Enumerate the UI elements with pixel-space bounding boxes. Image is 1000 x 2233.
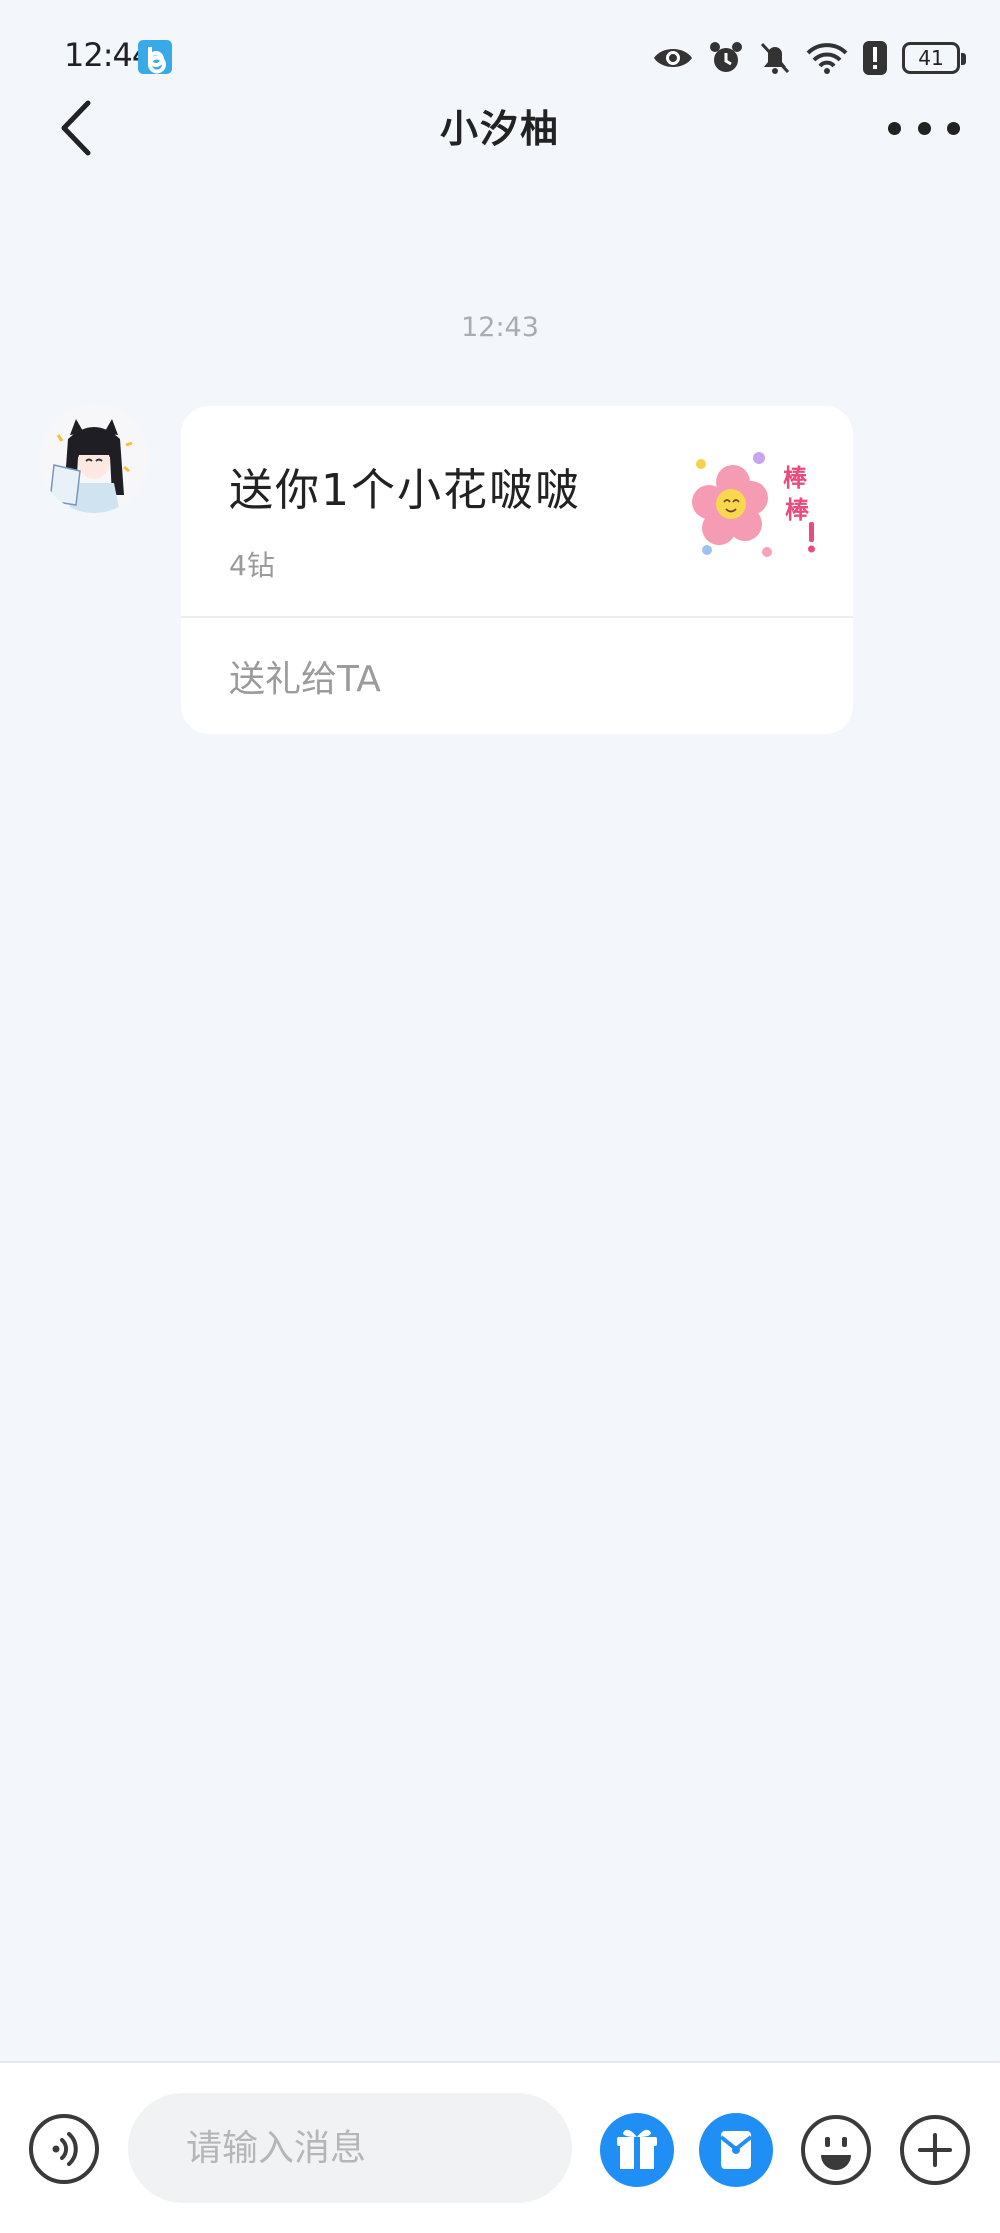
status-icons: 41 (652, 38, 966, 78)
red-packet-icon (719, 2131, 753, 2169)
gift-message-card[interactable]: 送你1个小花啵啵 4钻 棒 棒 送礼给TA (181, 406, 853, 734)
more-dots-icon (888, 121, 901, 135)
voice-button[interactable] (28, 2113, 100, 2185)
plus-button[interactable] (898, 2113, 972, 2187)
gift-icon (617, 2129, 657, 2169)
battery-indicator: 41 (902, 42, 966, 74)
avatar[interactable] (40, 405, 148, 513)
emoji-icon (801, 2115, 871, 2185)
voice-icon (29, 2114, 99, 2184)
emoji-button[interactable] (799, 2113, 873, 2187)
app-notification-icon (138, 40, 172, 74)
message-timestamp: 12:43 (461, 312, 539, 343)
wifi-icon (806, 43, 848, 74)
more-options-button[interactable] (888, 110, 960, 146)
signal-alert-icon (863, 41, 887, 75)
message-input[interactable] (128, 2093, 572, 2203)
eye-icon (654, 49, 692, 67)
composer-bar (0, 2061, 1000, 2233)
gift-button[interactable] (600, 2113, 674, 2187)
bell-off-icon (760, 42, 790, 74)
svg-text:棒: 棒 (783, 464, 808, 492)
svg-text:棒: 棒 (785, 496, 810, 524)
send-gift-link[interactable]: 送礼给TA (229, 650, 381, 702)
alarm-icon (710, 42, 742, 72)
gift-message-text: 送你1个小花啵啵 (229, 465, 581, 516)
gift-price: 4钻 (229, 549, 275, 582)
battery-level: 41 (918, 46, 944, 70)
red-packet-button[interactable] (699, 2113, 773, 2187)
gift-card-divider (181, 616, 853, 618)
flower-gift-image: 棒 棒 (687, 446, 827, 572)
page-title: 小汐柚 (439, 107, 560, 151)
plus-icon (900, 2115, 970, 2185)
